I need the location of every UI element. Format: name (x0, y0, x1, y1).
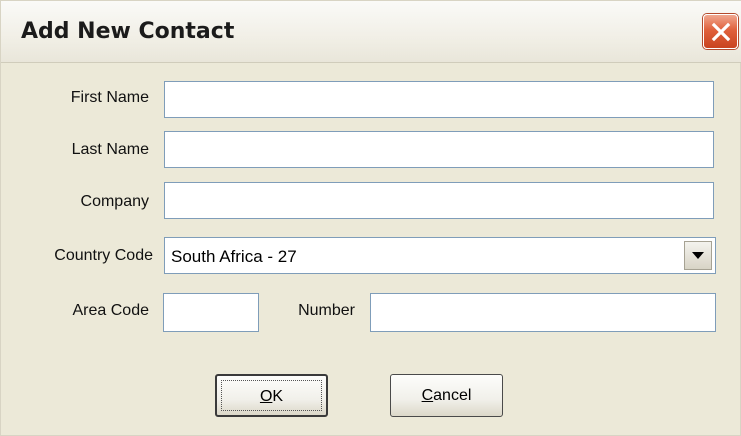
last-name-label: Last Name (71, 141, 149, 158)
number-input[interactable] (370, 293, 716, 332)
dialog-title: Add New Contact (21, 19, 235, 44)
number-label: Number (298, 302, 355, 319)
focus-rectangle (221, 380, 322, 411)
title-bar[interactable]: Add New Contact (1, 1, 741, 63)
cancel-button[interactable]: Cancel (390, 374, 503, 417)
area-code-input[interactable] (163, 293, 259, 332)
company-input[interactable] (164, 182, 714, 219)
first-name-input[interactable] (164, 81, 714, 118)
close-button[interactable] (703, 14, 738, 49)
cancel-button-label: ancel (433, 387, 472, 404)
ok-button[interactable]: OK (215, 374, 328, 417)
first-name-label: First Name (70, 89, 149, 106)
country-code-label: Country Code (54, 247, 153, 264)
last-name-input[interactable] (164, 131, 714, 168)
dropdown-button[interactable] (684, 241, 712, 270)
add-contact-dialog: Add New Contact First Name Last Name Com… (0, 0, 741, 436)
cancel-button-accel: C (421, 387, 434, 404)
company-label: Company (80, 193, 149, 210)
country-code-selected-value: South Africa - 27 (171, 247, 297, 266)
area-code-label: Area Code (72, 302, 150, 319)
country-code-select[interactable]: South Africa - 27 (164, 237, 716, 274)
